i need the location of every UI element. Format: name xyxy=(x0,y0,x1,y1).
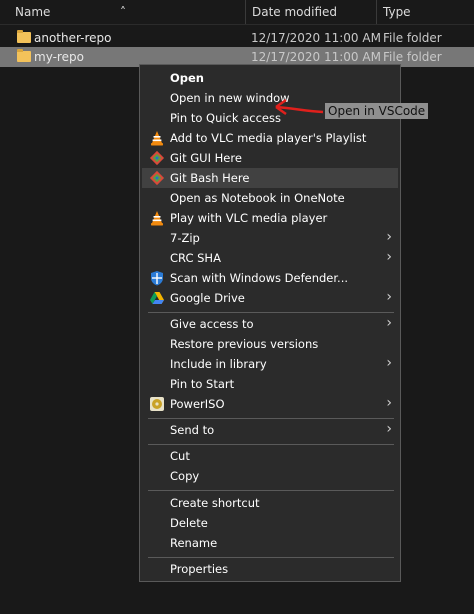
annotation-label: Open in VSCode xyxy=(325,103,429,119)
annotation-arrow xyxy=(275,98,324,116)
